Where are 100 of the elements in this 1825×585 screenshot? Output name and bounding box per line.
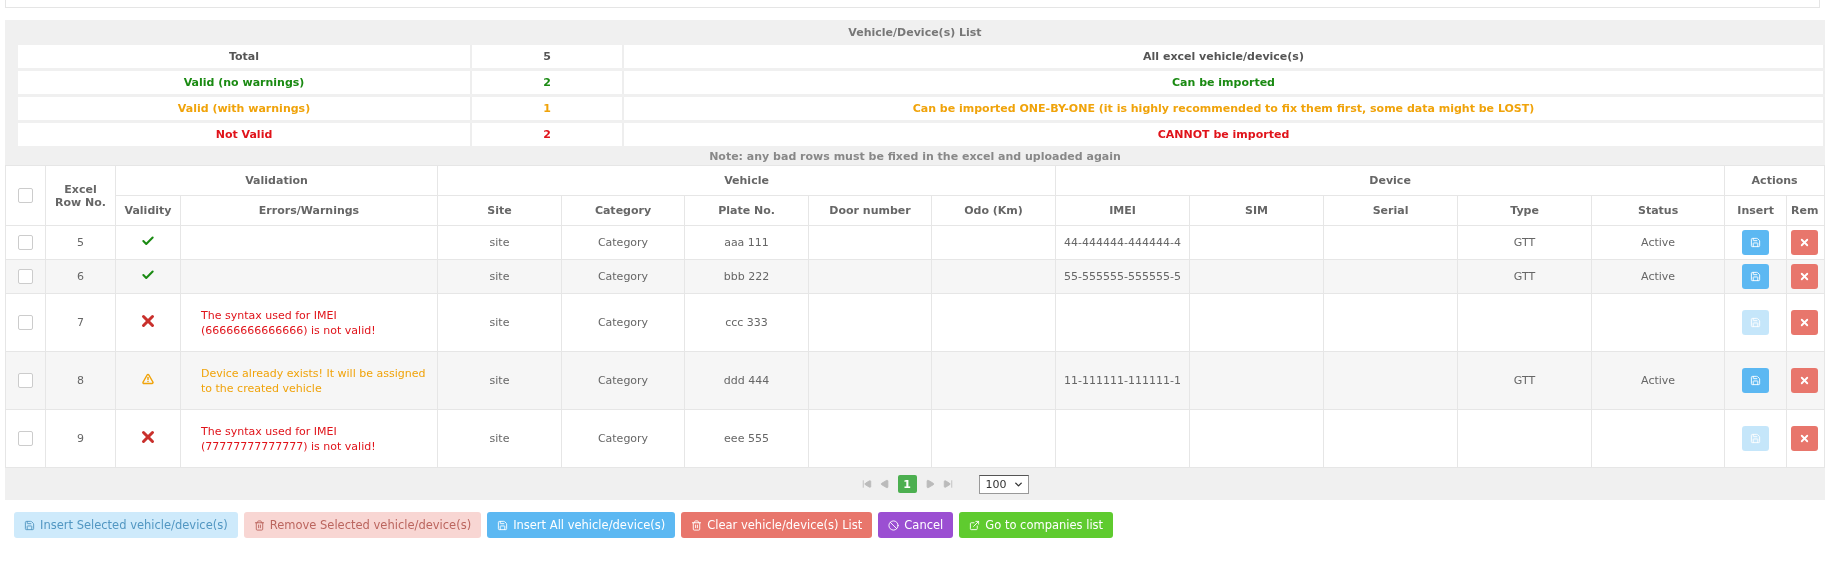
table-cell: Category: [561, 409, 685, 468]
table-cell: site: [437, 225, 562, 260]
validation-message: Device already exists! It will be assigned to the created vehicle: [180, 351, 438, 410]
table-cell: Category: [561, 293, 685, 352]
remove-button[interactable]: [1791, 264, 1819, 289]
previous-page-icon[interactable]: [879, 479, 890, 489]
action-button[interactable]: Go to companies list: [959, 512, 1114, 538]
summary-description: CANNOT be imported: [624, 123, 1825, 146]
column-header: Type: [1457, 195, 1592, 226]
table-cell: GTT: [1457, 351, 1592, 410]
column-header: Site: [437, 195, 562, 226]
summary-count: 2: [472, 123, 624, 146]
remove-button[interactable]: [1791, 368, 1819, 393]
select-all-checkbox[interactable]: [18, 188, 33, 203]
table-cell: aaa 111: [684, 225, 809, 260]
close-icon: [1799, 375, 1811, 386]
table-cell: 11-111111-111111-1: [1055, 351, 1190, 410]
last-page-icon[interactable]: [942, 479, 953, 489]
group-header: Validation: [115, 165, 438, 196]
row-checkbox[interactable]: [18, 373, 33, 388]
table-cell: ccc 333: [684, 293, 809, 352]
insert-button[interactable]: [1742, 264, 1770, 289]
summary-count: 5: [472, 45, 624, 68]
table-cell: 44-444444-444444-4: [1055, 225, 1190, 260]
remove-button[interactable]: [1791, 426, 1819, 451]
column-header: Validity: [115, 195, 181, 226]
insert-button[interactable]: [1742, 230, 1770, 255]
column-header: SIM: [1189, 195, 1324, 226]
save-icon: [497, 519, 509, 531]
note-text: Note: any bad rows must be fixed in the excel and uploaded again: [708, 149, 1122, 165]
column-header: Odo (Km): [931, 195, 1056, 226]
validation-message: The syntax used for IMEI (77777777777777) is not valid!: [180, 409, 438, 468]
summary-description: All excel vehicle/device(s): [624, 45, 1825, 68]
table-cell: ddd 444: [684, 351, 809, 410]
first-page-icon[interactable]: [861, 479, 872, 489]
page-button[interactable]: 1: [897, 475, 917, 493]
close-icon: [1799, 317, 1811, 328]
summary-label: Valid (with warnings): [18, 97, 472, 120]
remove-button[interactable]: [1791, 310, 1819, 335]
table-cell: Active: [1591, 225, 1725, 260]
action-button[interactable]: Insert All vehicle/device(s): [487, 512, 676, 538]
column-header: Door number: [808, 195, 932, 226]
summary-label: Valid (no warnings): [18, 71, 472, 94]
panel-title: Vehicle/Device(s) List: [847, 25, 983, 41]
table-cell: GTT: [1457, 259, 1592, 294]
table-cell: Category: [561, 351, 685, 410]
close-icon: [1799, 237, 1811, 248]
table-cell: Active: [1591, 351, 1725, 410]
summary-label: Not Valid: [18, 123, 472, 146]
row-checkbox[interactable]: [18, 235, 33, 250]
table-cell: eee 555: [684, 409, 809, 468]
trash-icon: [691, 519, 703, 531]
column-header: Serial: [1323, 195, 1458, 226]
summary-description: Can be imported ONE-BY-ONE (it is highly recommended to fix them first, some data might be LOST): [624, 97, 1825, 120]
summary-count: 2: [472, 71, 624, 94]
table-cell: 8: [45, 351, 116, 410]
ban-icon: [888, 519, 900, 531]
page-size-select[interactable]: 100: [978, 474, 1029, 494]
group-header: Actions: [1724, 165, 1825, 196]
table-cell: site: [437, 259, 562, 294]
table-cell: Category: [561, 225, 685, 260]
row-checkbox[interactable]: [18, 315, 33, 330]
action-button[interactable]: Clear vehicle/device(s) List: [681, 512, 873, 538]
insert-button[interactable]: [1742, 368, 1770, 393]
table-cell: 55-555555-555555-5: [1055, 259, 1190, 294]
table-cell: 5: [45, 225, 116, 260]
column-header: Errors/Warnings: [180, 195, 438, 226]
save-icon: [1750, 433, 1762, 444]
group-header: Device: [1055, 165, 1725, 196]
save-icon: [1750, 317, 1762, 328]
action-button[interactable]: Cancel: [878, 512, 954, 538]
table-cell: GTT: [1457, 225, 1592, 260]
summary-description: Can be imported: [624, 71, 1825, 94]
validation-message: The syntax used for IMEI (66666666666666) is not valid!: [180, 293, 438, 352]
summary-label: Total: [18, 45, 472, 68]
group-header: Vehicle: [437, 165, 1056, 196]
row-checkbox[interactable]: [18, 431, 33, 446]
summary-count: 1: [472, 97, 624, 120]
save-icon: [1750, 375, 1762, 386]
next-page-icon[interactable]: [924, 479, 935, 489]
remove-button[interactable]: [1791, 230, 1819, 255]
save-icon: [1750, 237, 1762, 248]
column-header: Status: [1591, 195, 1725, 226]
column-header: Excel Row No.: [45, 165, 116, 226]
column-header: Plate No.: [684, 195, 809, 226]
trash-icon: [253, 519, 265, 531]
close-icon: [1799, 271, 1811, 282]
row-checkbox[interactable]: [18, 269, 33, 284]
save-icon: [24, 519, 35, 531]
table-cell: site: [437, 409, 562, 468]
table-cell: bbb 222: [684, 259, 809, 294]
table-cell: 7: [45, 293, 116, 352]
column-header: Insert: [1724, 195, 1787, 226]
column-header: IMEI: [1055, 195, 1190, 226]
table-cell: 6: [45, 259, 116, 294]
table-cell: site: [437, 351, 562, 410]
table-cell: Category: [561, 259, 685, 294]
table-cell: site: [437, 293, 562, 352]
external-link-icon: [969, 519, 981, 531]
column-header: Category: [561, 195, 685, 226]
